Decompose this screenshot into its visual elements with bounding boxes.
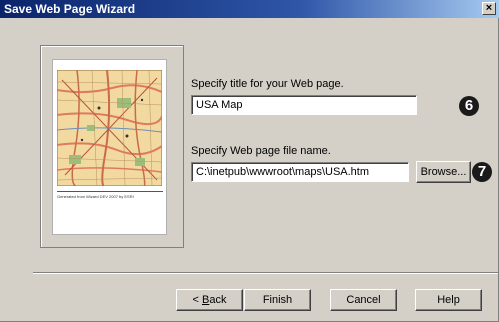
web-page-title-input[interactable]: USA Map xyxy=(191,95,417,115)
callout-badge-6: 6 xyxy=(459,96,479,116)
callout-badge-7: 7 xyxy=(472,162,492,182)
close-button[interactable]: × xyxy=(482,2,496,15)
finish-button[interactable]: Finish xyxy=(244,289,311,311)
wizard-window: Save Web Page Wizard × Generated from Wi… xyxy=(0,0,499,322)
map-thumbnail-icon xyxy=(57,70,162,186)
window-title: Save Web Page Wizard xyxy=(4,2,136,16)
cancel-button[interactable]: Cancel xyxy=(330,289,397,311)
browse-button[interactable]: Browse... xyxy=(416,161,471,183)
caption-divider xyxy=(57,191,163,192)
title-bar[interactable]: Save Web Page Wizard × xyxy=(0,0,499,18)
file-name-input[interactable]: C:\inetpub\wwwroot\maps\USA.htm xyxy=(191,162,409,182)
web-page-title-label: Specify title for your Web page. xyxy=(191,78,344,90)
file-name-label: Specify Web page file name. xyxy=(191,145,331,157)
back-rest: ack xyxy=(209,294,227,306)
help-button[interactable]: Help xyxy=(415,289,482,311)
back-prefix: < xyxy=(192,294,202,306)
preview-caption: Generated from Wizard DEV 2007 by ESRI xyxy=(57,194,134,199)
web-page-preview: Generated from Wizard DEV 2007 by ESRI xyxy=(52,59,167,235)
back-button[interactable]: < Back xyxy=(176,289,243,311)
separator-highlight xyxy=(33,273,498,274)
